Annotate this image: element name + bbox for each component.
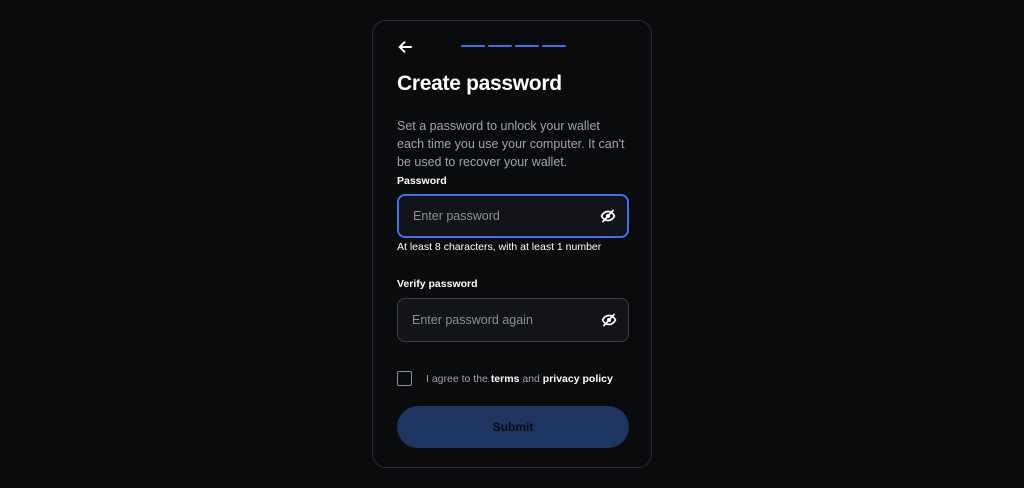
- create-password-card: Create password Set a password to unlock…: [372, 20, 652, 468]
- progress-step: [461, 45, 485, 47]
- progress-step: [542, 45, 566, 47]
- password-hint: At least 8 characters, with at least 1 n…: [397, 241, 602, 253]
- password-input[interactable]: [411, 208, 599, 224]
- progress-steps: [461, 45, 566, 47]
- agree-checkbox[interactable]: [397, 371, 412, 386]
- page-title: Create password: [397, 72, 562, 95]
- submit-button[interactable]: Submit: [397, 406, 629, 448]
- progress-step: [515, 45, 539, 47]
- toggle-password-visibility-button[interactable]: [599, 207, 617, 225]
- verify-password-input[interactable]: [410, 312, 600, 328]
- eye-off-icon: [600, 209, 616, 223]
- page-description: Set a password to unlock your wallet eac…: [397, 119, 625, 169]
- agreement-and: and: [522, 372, 540, 385]
- back-button[interactable]: [395, 37, 415, 57]
- verify-password-field: [397, 298, 629, 342]
- privacy-policy-link[interactable]: privacy policy: [543, 373, 613, 385]
- password-label: Password: [397, 175, 447, 187]
- progress-step: [488, 45, 512, 47]
- agreement-text: I agree to the terms and privacy policy: [426, 373, 613, 385]
- password-field: [397, 194, 629, 238]
- agreement-prefix: I agree to the: [426, 372, 488, 385]
- agreement-row: I agree to the terms and privacy policy: [397, 371, 613, 386]
- arrow-left-icon: [398, 41, 412, 53]
- verify-password-label: Verify password: [397, 278, 478, 290]
- terms-link[interactable]: terms: [491, 373, 520, 385]
- toggle-verify-visibility-button[interactable]: [600, 311, 618, 329]
- eye-off-icon: [601, 313, 617, 327]
